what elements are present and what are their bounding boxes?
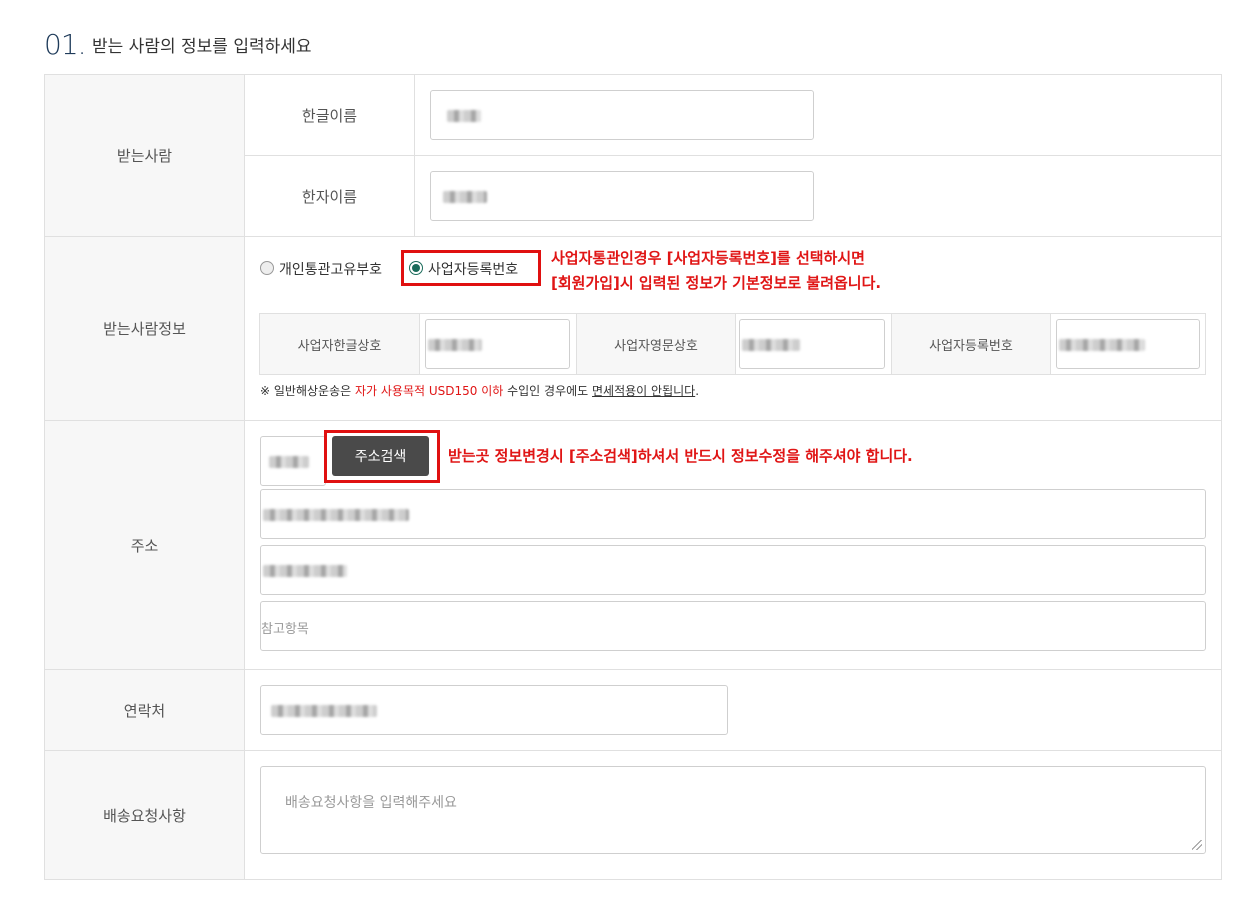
recipient-header: 받는사람: [45, 75, 245, 237]
biz-english-header: 사업자영문상호: [576, 314, 736, 374]
contact-cell: [245, 670, 1222, 751]
biz-korean-input[interactable]: [425, 319, 570, 369]
korean-name-label: 한글이름: [301, 106, 358, 125]
notice-mid: 수입인 경우에도: [503, 384, 593, 398]
recipient-info-cell: 개인통관고유부호 사업자등록번호 사업자통관인경우 [사업자등록번호]를 선택하…: [245, 237, 1222, 421]
section-number: 01.: [44, 28, 87, 61]
address-line1-input[interactable]: [260, 489, 1206, 539]
biz-english-label: 사업자영문상호: [614, 338, 698, 354]
recipient-info-label: 받는사람정보: [103, 320, 186, 338]
notice-end: .: [695, 384, 700, 398]
address-note: 받는곳 정보변경시 [주소검색]하셔서 반드시 정보수정을 해주셔야 합니다.: [448, 447, 913, 465]
biz-english-input[interactable]: [739, 319, 885, 369]
delivery-request-cell: 배송요청사항을 입력해주세요: [245, 751, 1222, 880]
biz-reg-header: 사업자등록번호: [891, 314, 1051, 374]
recipient-info-header: 받는사람정보: [45, 237, 245, 421]
delivery-request-placeholder: 배송요청사항을 입력해주세요: [285, 795, 457, 811]
business-reg-option-label[interactable]: 사업자등록번호: [428, 259, 518, 279]
customs-notice: ※ 일반해상운송은 자가 사용목적 USD150 이하 수입인 경우에도 면세적…: [260, 382, 699, 399]
business-note-line1: 사업자통관인경우 [사업자등록번호]를 선택하시면: [551, 249, 865, 267]
business-note-line2: [회원가입]시 입력된 정보가 기본정보로 불려옵니다.: [551, 274, 882, 292]
personal-customs-label[interactable]: 개인통관고유부호: [279, 259, 382, 279]
biz-korean-header: 사업자한글상호: [260, 314, 420, 374]
biz-korean-label: 사업자한글상호: [297, 338, 382, 354]
delivery-request-label: 배송요청사항: [103, 806, 186, 825]
biz-reg-label: 사업자등록번호: [929, 338, 1013, 354]
notice-red-text: 자가 사용목적 USD150 이하: [354, 384, 504, 398]
resize-grip-icon[interactable]: [1192, 840, 1202, 850]
personal-customs-radio[interactable]: [260, 261, 274, 275]
contact-label: 연락처: [123, 701, 166, 720]
contact-input[interactable]: [260, 685, 728, 735]
address-line2-input[interactable]: [260, 545, 1206, 595]
hanja-name-cell: [415, 156, 1222, 237]
address-cell: 주소검색 받는곳 정보변경시 [주소검색]하셔서 반드시 정보수정을 해주셔야 …: [245, 421, 1222, 670]
notice-prefix: ※ 일반해상운송은: [260, 384, 355, 398]
contact-header: 연락처: [45, 670, 245, 751]
hanja-name-header: 한자이름: [245, 156, 415, 237]
hanja-name-input[interactable]: [430, 171, 814, 221]
notice-link[interactable]: 면세적용이 안됩니다: [592, 384, 695, 398]
korean-name-input[interactable]: [430, 90, 814, 140]
recipient-label: 받는사람: [116, 147, 173, 165]
hanja-name-label: 한자이름: [301, 187, 358, 206]
delivery-request-header: 배송요청사항: [45, 751, 245, 880]
korean-name-header: 한글이름: [245, 75, 415, 156]
address-search-button[interactable]: 주소검색: [332, 436, 429, 476]
business-reg-radio[interactable]: [409, 261, 423, 275]
address-label: 주소: [130, 536, 159, 555]
biz-reg-input[interactable]: [1056, 319, 1200, 369]
korean-name-cell: [415, 75, 1222, 156]
address-header: 주소: [45, 421, 245, 670]
address-reference-placeholder: 참고항목: [261, 622, 309, 637]
delivery-request-textarea[interactable]: 배송요청사항을 입력해주세요: [260, 766, 1206, 854]
postal-code-input[interactable]: [260, 436, 326, 486]
address-reference-input[interactable]: 참고항목: [260, 601, 1206, 651]
section-title: 받는 사람의 정보를 입력하세요: [92, 37, 312, 57]
